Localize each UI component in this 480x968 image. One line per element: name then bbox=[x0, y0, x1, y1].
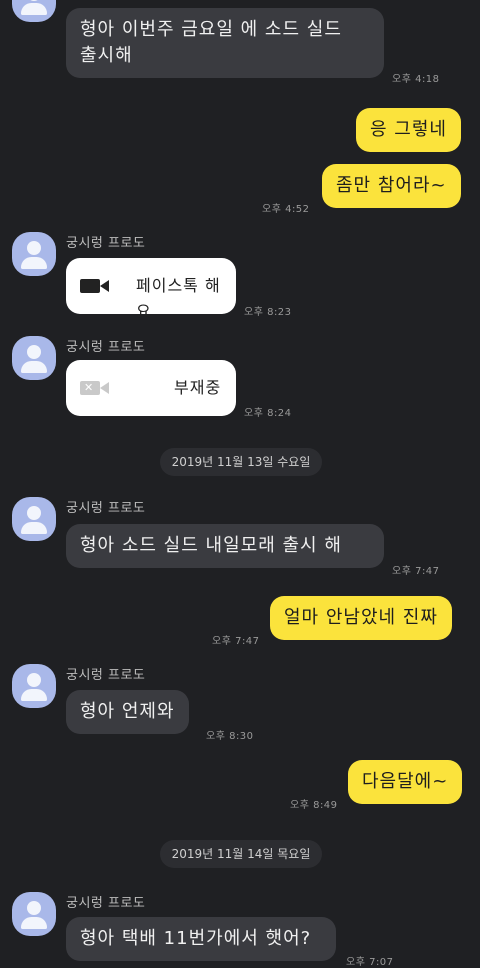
avatar[interactable] bbox=[12, 0, 56, 22]
default-profile-icon bbox=[27, 0, 41, 1]
outgoing-message[interactable]: 응 그렇네 bbox=[356, 108, 461, 152]
message-time: 오후 7:07 bbox=[346, 957, 394, 968]
default-profile-icon bbox=[27, 506, 41, 520]
incoming-message[interactable]: 형아 소드 실드 내일모래 출시 해 bbox=[66, 524, 384, 568]
message-time: 오후 8:49 bbox=[290, 800, 338, 811]
default-profile-icon bbox=[27, 901, 41, 915]
avatar[interactable] bbox=[12, 497, 56, 541]
incoming-message[interactable]: 형아 언제와 bbox=[66, 690, 189, 734]
sender-name: 궁시렁 프로도 bbox=[66, 236, 146, 251]
date-divider: 2019년 11월 13일 수요일 bbox=[160, 448, 322, 476]
missed-call-label: 부재중 bbox=[174, 378, 222, 397]
sender-name: 궁시렁 프로도 bbox=[66, 340, 146, 355]
message-time: 오후 7:47 bbox=[392, 566, 440, 577]
message-time: 오후 4:52 bbox=[262, 204, 310, 215]
default-profile-icon bbox=[27, 673, 41, 687]
outgoing-message[interactable]: 다음달에~ bbox=[348, 760, 463, 804]
message-time: 오후 7:47 bbox=[212, 636, 260, 647]
sender-name: 궁시렁 프로도 bbox=[66, 668, 146, 683]
default-profile-icon bbox=[27, 241, 41, 255]
missed-call-message[interactable]: ✕ 부재중 bbox=[66, 360, 236, 416]
outgoing-message[interactable]: 얼마 안남았네 진짜 bbox=[270, 596, 452, 640]
sender-name: 궁시렁 프로도 bbox=[66, 896, 146, 911]
incoming-message[interactable]: 형아 택배 11번가에서 햇어? bbox=[66, 917, 336, 961]
video-call-message[interactable]: 페이스톡 해요 bbox=[66, 258, 236, 321]
avatar[interactable] bbox=[12, 892, 56, 936]
avatar[interactable] bbox=[12, 336, 56, 380]
avatar[interactable] bbox=[12, 664, 56, 708]
message-time: 오후 8:30 bbox=[206, 731, 254, 742]
message-time: 오후 4:18 bbox=[392, 74, 440, 85]
default-profile-icon bbox=[27, 345, 41, 359]
video-camera-icon bbox=[80, 279, 109, 293]
video-camera-off-icon: ✕ bbox=[80, 381, 109, 395]
message-time: 오후 8:24 bbox=[244, 408, 292, 419]
incoming-message[interactable]: 형아 이번주 금요일 에 소드 실드 출시해 bbox=[66, 8, 384, 78]
video-call-label: 페이스톡 해요 bbox=[136, 276, 221, 321]
avatar[interactable] bbox=[12, 232, 56, 276]
message-time: 오후 8:23 bbox=[244, 307, 292, 318]
sender-name: 궁시렁 프로도 bbox=[66, 501, 146, 516]
date-divider: 2019년 11월 14일 목요일 bbox=[160, 840, 322, 868]
outgoing-message[interactable]: 좀만 참어라~ bbox=[322, 164, 461, 208]
